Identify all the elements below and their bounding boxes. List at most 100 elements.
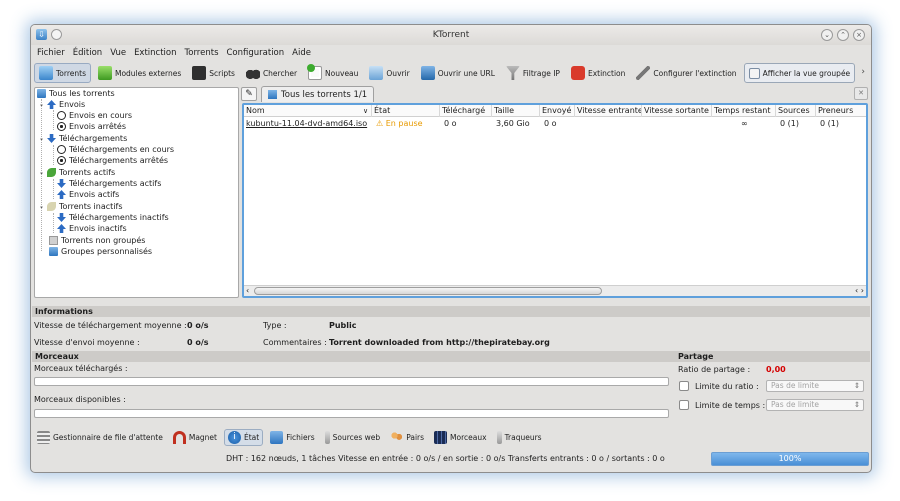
tab-label: Magnet: [188, 432, 217, 442]
maximize-button[interactable]: ⌃: [837, 29, 849, 41]
type-label: Type :: [263, 321, 287, 330]
tree-label: Envois inactifs: [69, 224, 127, 233]
tab-peers[interactable]: Pairs: [387, 429, 427, 446]
torrents-view-button[interactable]: Torrents: [34, 63, 91, 83]
tab-pieces[interactable]: Morceaux: [431, 429, 490, 446]
dl-avg-label: Vitesse de téléchargement moyenne :: [34, 321, 187, 330]
new-view-tab-icon[interactable]: ✎: [241, 87, 257, 101]
tab-label: Sources web: [332, 432, 381, 442]
open-url-button[interactable]: Ouvrir une URL: [417, 63, 499, 83]
torrent-name[interactable]: kubuntu-11.04-dvd-amd64.iso: [244, 118, 372, 130]
ratio-limit-checkbox[interactable]: [679, 381, 689, 391]
pieces-grid-icon: [434, 430, 448, 444]
minimize-button[interactable]: ⌄: [821, 29, 833, 41]
column-header-sources[interactable]: Sources: [776, 105, 816, 117]
upload-arrow-icon: [57, 224, 66, 233]
tree-active-uploads[interactable]: Envois actifs: [57, 189, 119, 200]
tree-custom-groups[interactable]: Groupes personnalisés: [49, 246, 152, 257]
shutdown-button[interactable]: Extinction: [567, 63, 629, 83]
tree-downloads[interactable]: ⌄ Téléchargements: [39, 133, 127, 144]
scroll-left-icon[interactable]: ‹: [246, 286, 249, 295]
column-header-etat[interactable]: État: [372, 105, 440, 117]
search-button[interactable]: Chercher: [242, 63, 301, 83]
column-header-temps-restant[interactable]: Temps restant: [712, 105, 776, 117]
tab-queue-manager[interactable]: Gestionnaire de file d'attente: [34, 429, 166, 446]
column-header-taille[interactable]: Taille: [492, 105, 540, 117]
torrent-size: 3,60 Gio: [496, 119, 530, 128]
time-limit-spinbox[interactable]: Pas de limite ⇕: [766, 399, 864, 411]
configure-shutdown-button[interactable]: Configurer l'extinction: [632, 63, 740, 83]
menu-aide[interactable]: Aide: [292, 48, 311, 58]
menu-extinction[interactable]: Extinction: [134, 48, 176, 58]
ktorrent-window: ⇩ KTorrent ⌄ ⌃ × Fichier Édition Vue Ext…: [30, 24, 872, 473]
folder-icon: [49, 247, 58, 256]
tree-ungrouped[interactable]: Torrents non groupés: [49, 235, 145, 246]
play-circle-icon: [57, 145, 66, 154]
toolbar-overflow-chevron-icon[interactable]: ›: [861, 67, 865, 77]
close-button[interactable]: ×: [853, 29, 865, 41]
menu-bar: Fichier Édition Vue Extinction Torrents …: [31, 46, 871, 60]
scrollbar-thumb[interactable]: [254, 287, 602, 295]
tree-uploads-stopped[interactable]: Envois arrêtés: [57, 121, 126, 132]
column-header-vitesse-sortante[interactable]: Vitesse sortante: [642, 105, 712, 117]
menu-vue[interactable]: Vue: [110, 48, 126, 58]
tree-active[interactable]: ⌄ Torrents actifs: [39, 167, 115, 178]
scripts-label: Scripts: [209, 68, 235, 78]
wrench-screwdriver-icon: [636, 66, 651, 80]
sort-chevron-icon[interactable]: ∨: [363, 105, 368, 117]
spinbox-arrows-icon[interactable]: ⇕: [854, 400, 860, 410]
grouped-view-button[interactable]: Afficher la vue groupée: [743, 63, 856, 83]
collapse-arrow-icon[interactable]: ⌄: [39, 135, 44, 142]
modules-button[interactable]: Modules externes: [94, 63, 185, 83]
tab-status[interactable]: i État: [223, 428, 264, 446]
menu-fichier[interactable]: Fichier: [37, 48, 65, 58]
tab-label: Gestionnaire de file d'attente: [53, 432, 163, 442]
ratio-limit-spinbox[interactable]: Pas de limite ⇕: [766, 380, 864, 392]
collapse-arrow-icon[interactable]: ⌄: [39, 101, 44, 108]
tree-all-torrents[interactable]: Tous les torrents: [37, 88, 115, 99]
ip-filter-button[interactable]: Filtrage IP: [502, 63, 564, 83]
column-header-telecharge[interactable]: Téléchargé: [440, 105, 492, 117]
torrent-speed-in: [577, 118, 642, 130]
tree-inactive-uploads[interactable]: Envois inactifs: [57, 223, 127, 234]
tree-downloads-running[interactable]: Téléchargements en cours: [57, 144, 174, 155]
collapse-arrow-icon[interactable]: ⌄: [39, 203, 44, 210]
open-button[interactable]: Ouvrir: [365, 63, 413, 83]
column-header-vitesse-entrante[interactable]: Vitesse entrante: [575, 105, 642, 117]
tree-inactive[interactable]: ⌄ Torrents inactifs: [39, 201, 123, 212]
tab-magnet[interactable]: Magnet: [170, 429, 220, 446]
tree-downloads-stopped[interactable]: Téléchargements arrêtés: [57, 155, 168, 166]
menu-torrents[interactable]: Torrents: [185, 48, 219, 58]
new-button[interactable]: Nouveau: [304, 63, 362, 83]
tree-inactive-downloads[interactable]: Téléchargements inactifs: [57, 212, 169, 223]
collapse-arrow-icon[interactable]: ⌄: [39, 169, 44, 176]
menu-edition[interactable]: Édition: [73, 48, 102, 58]
time-limit-label: Limite de temps :: [695, 401, 766, 410]
time-limit-checkbox[interactable]: [679, 400, 689, 410]
column-header-envoye[interactable]: Envoyé: [540, 105, 575, 117]
scroll-right-icon[interactable]: ‹ ›: [855, 286, 864, 295]
column-header-nom[interactable]: Nom: [244, 105, 372, 117]
tab-trackers[interactable]: Traqueurs: [494, 429, 545, 446]
pin-icon[interactable]: [51, 29, 62, 40]
horizontal-scrollbar[interactable]: ‹ ‹ ›: [244, 285, 866, 296]
tree-uploads[interactable]: ⌄ Envois: [39, 99, 85, 110]
tree-label: Torrents inactifs: [59, 202, 123, 211]
info-icon: i: [227, 430, 241, 444]
tab-files[interactable]: Fichiers: [267, 429, 317, 446]
column-header-preneurs[interactable]: Preneurs: [816, 105, 866, 117]
close-tab-icon[interactable]: ✕: [854, 87, 868, 100]
progress-label: 100%: [778, 454, 802, 463]
tree-uploads-running[interactable]: Envois en cours: [57, 110, 132, 121]
magnet-icon: [172, 430, 186, 444]
spinbox-arrows-icon[interactable]: ⇕: [854, 381, 860, 391]
ktorrent-app-icon[interactable]: ⇩: [36, 29, 47, 40]
title-bar[interactable]: ⇩ KTorrent ⌄ ⌃ ×: [31, 25, 871, 45]
dl-avg-value: 0 o/s: [187, 321, 209, 330]
tree-active-downloads[interactable]: Téléchargements actifs: [57, 178, 161, 189]
scripts-button[interactable]: Scripts: [188, 63, 239, 83]
tab-all-torrents[interactable]: Tous les torrents 1/1: [261, 86, 375, 102]
tab-web-seeds[interactable]: Sources web: [322, 429, 384, 446]
share-ratio-value: 0,00: [766, 365, 786, 374]
menu-configuration[interactable]: Configuration: [227, 48, 285, 58]
